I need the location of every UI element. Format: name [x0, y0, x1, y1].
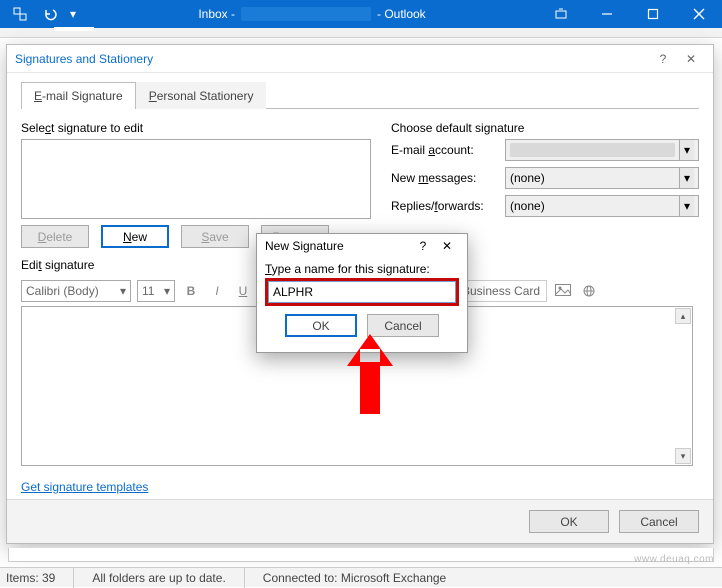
get-templates-link[interactable]: Get signature templates	[21, 480, 148, 494]
tab-personal-stationery[interactable]: Personal Stationery	[136, 82, 267, 109]
modal-help-icon[interactable]: ?	[411, 239, 435, 253]
quick-access-icon[interactable]	[6, 0, 34, 28]
signature-listbox[interactable]	[21, 139, 371, 219]
maximize-button[interactable]	[630, 0, 676, 28]
dialog-ok-button[interactable]: OK	[529, 510, 609, 533]
email-account-label: E-mail account:	[391, 143, 499, 157]
status-items: Items: 39	[6, 571, 55, 585]
chevron-down-icon: ▾	[164, 284, 170, 298]
signature-name-highlight	[265, 278, 459, 306]
chevron-down-icon: ▾	[120, 284, 126, 298]
insert-picture-icon[interactable]	[553, 281, 573, 301]
email-account-select[interactable]: ▾	[505, 139, 699, 161]
scroll-up-icon[interactable]: ▴	[675, 308, 691, 324]
modal-label: Type a name for this signature:	[265, 262, 459, 276]
underline-button[interactable]: U	[233, 281, 253, 301]
tab-strip: E-mail Signature Personal Stationery	[21, 81, 699, 109]
undo-icon[interactable]	[36, 0, 64, 28]
new-button[interactable]: New	[101, 225, 169, 248]
replies-forwards-label: Replies/forwards:	[391, 199, 499, 213]
status-folders: All folders are up to date.	[92, 571, 225, 585]
ribbon-options-icon[interactable]	[538, 0, 584, 28]
choose-default-label: Choose default signature	[391, 119, 699, 139]
chevron-down-icon: ▾	[679, 196, 694, 216]
status-connected: Connected to: Microsoft Exchange	[263, 571, 446, 585]
replies-forwards-select[interactable]: (none) ▾	[505, 195, 699, 217]
scroll-down-icon[interactable]: ▾	[675, 448, 691, 464]
close-button[interactable]	[676, 0, 722, 28]
title-inbox: Inbox -	[198, 7, 235, 21]
italic-button[interactable]: I	[207, 281, 227, 301]
font-size-value: 11	[142, 284, 154, 298]
dialog-title: Signatures and Stationery	[15, 52, 153, 66]
modal-title: New Signature	[265, 239, 344, 253]
signature-name-input[interactable]	[268, 281, 456, 303]
modal-cancel-button[interactable]: Cancel	[367, 314, 439, 337]
replies-forwards-value: (none)	[510, 199, 545, 213]
new-messages-select[interactable]: (none) ▾	[505, 167, 699, 189]
bold-button[interactable]: B	[181, 281, 201, 301]
dialog-help-icon[interactable]: ?	[649, 52, 677, 66]
modal-ok-button[interactable]: OK	[285, 314, 357, 337]
ribbon-area	[0, 28, 722, 38]
tab-email-label: -mail Signature	[42, 89, 123, 103]
background-frame	[8, 548, 714, 562]
font-value: Calibri (Body)	[26, 284, 99, 298]
watermark: www.deuaq.com	[634, 554, 714, 565]
select-signature-label: Select signature to edit	[21, 119, 371, 139]
app-title-bar: ▾ Inbox - - Outlook	[0, 0, 722, 28]
business-card-label: Business Card	[462, 284, 540, 298]
save-button[interactable]: Save	[181, 225, 249, 248]
title-appname: - Outlook	[377, 7, 426, 21]
font-size-select[interactable]: 11 ▾	[137, 280, 175, 302]
minimize-button[interactable]	[584, 0, 630, 28]
new-signature-modal: New Signature ? ✕ Type a name for this s…	[256, 233, 468, 353]
dialog-close-icon[interactable]: ✕	[677, 52, 705, 66]
dialog-cancel-button[interactable]: Cancel	[619, 510, 699, 533]
insert-link-icon[interactable]	[579, 281, 599, 301]
font-select[interactable]: Calibri (Body) ▾	[21, 280, 131, 302]
status-bar: Items: 39 All folders are up to date. Co…	[0, 567, 722, 587]
quick-access-more-icon[interactable]: ▾	[66, 0, 80, 28]
title-account-masked	[241, 7, 371, 21]
new-messages-label: New messages:	[391, 171, 499, 185]
tab-email-signature[interactable]: E-mail Signature	[21, 82, 136, 109]
chevron-down-icon: ▾	[679, 168, 694, 188]
tab-stationery-label: ersonal Stationery	[157, 89, 254, 103]
delete-button[interactable]: Delete	[21, 225, 89, 248]
new-messages-value: (none)	[510, 171, 545, 185]
modal-close-icon[interactable]: ✕	[435, 239, 459, 253]
chevron-down-icon: ▾	[679, 140, 694, 160]
